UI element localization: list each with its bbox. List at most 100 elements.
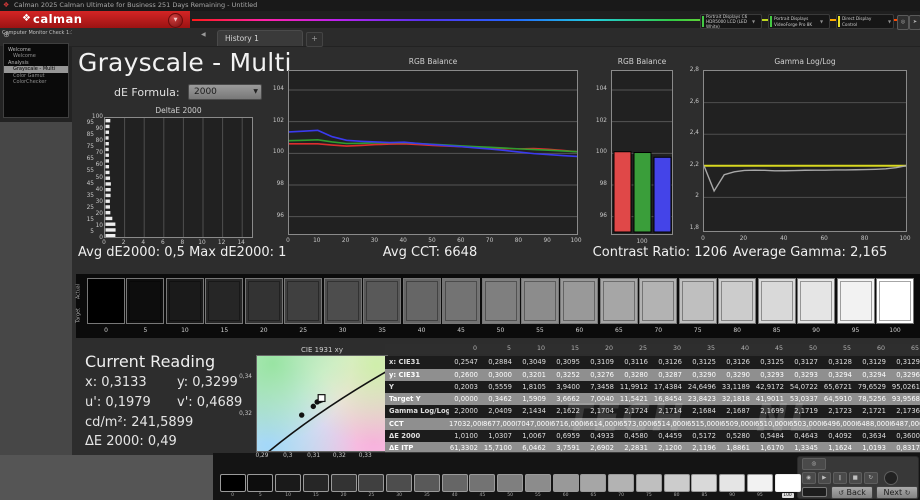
grayscale-swatch-45 bbox=[442, 278, 480, 324]
table-cell-r4c8: 2,1687 bbox=[721, 405, 755, 417]
table-cell-r0c4: 0,3109 bbox=[585, 356, 619, 368]
add-tab-button[interactable]: + bbox=[306, 32, 323, 47]
pattern-patch-45[interactable] bbox=[469, 474, 495, 492]
sidebar-item-colorchecker[interactable]: ColorChecker bbox=[4, 79, 68, 85]
rgbbar-ytick-102: 102 bbox=[585, 118, 607, 125]
grayscale-swatch-actual-60 bbox=[563, 281, 595, 321]
table-cell-r7c7: 2,1196 bbox=[687, 442, 721, 452]
pattern-patch-90[interactable] bbox=[719, 474, 745, 492]
gamma-ytick-1,8: 1,8 bbox=[675, 225, 699, 232]
pattern-patch-85[interactable] bbox=[691, 474, 717, 492]
pattern-patch-label-15: 15 bbox=[303, 493, 329, 498]
table-cell-r7c1: 15,7100 bbox=[483, 442, 517, 452]
table-cell-r4c4: 2,1704 bbox=[585, 405, 619, 417]
play-button[interactable]: ▶ bbox=[818, 472, 832, 484]
next-arrow-icon: ↻ bbox=[905, 489, 911, 497]
rgb-ytick-104: 104 bbox=[262, 86, 284, 93]
pattern-patch-95[interactable] bbox=[747, 474, 773, 492]
loop-button[interactable]: ↻ bbox=[864, 472, 878, 484]
rgbbar-xtick-100: 100 bbox=[630, 239, 654, 246]
pattern-patch-10[interactable] bbox=[275, 474, 301, 492]
next-button[interactable]: Next ↻ bbox=[876, 486, 918, 499]
grayscale-swatch-30 bbox=[324, 278, 362, 324]
pattern-patch-15[interactable] bbox=[303, 474, 329, 492]
table-cell-r4c6: 2,1714 bbox=[653, 405, 687, 417]
pattern-patch-80[interactable] bbox=[664, 474, 690, 492]
pattern-patch-70[interactable] bbox=[608, 474, 634, 492]
chevron-down-icon: ▼ bbox=[888, 19, 891, 24]
app-icon: ❖ bbox=[3, 0, 9, 11]
deltae-xtick-14: 14 bbox=[234, 240, 248, 247]
display-settings-icon[interactable]: ◎ bbox=[897, 15, 909, 30]
table-cell-r4c1: 2,0409 bbox=[483, 405, 517, 417]
table-col-header-40: 40 bbox=[721, 344, 755, 354]
tab-history-1[interactable]: History 1 bbox=[217, 30, 303, 46]
grayscale-swatch-actual-30 bbox=[327, 281, 359, 321]
table-cell-r6c9: 0,5484 bbox=[755, 430, 789, 442]
deltae-xtick-0: 0 bbox=[97, 240, 111, 247]
calman-diamond-icon: ❖ bbox=[22, 13, 31, 24]
pattern-patch-50[interactable] bbox=[497, 474, 523, 492]
grayscale-swatch-90 bbox=[797, 278, 835, 324]
table-cell-r2c5: 11,9912 bbox=[619, 381, 653, 393]
status-circle-icon[interactable] bbox=[884, 471, 898, 485]
meter-device-button[interactable]: Portrait Displays C6 HDR5000 LCD (LED Wh… bbox=[700, 14, 762, 29]
grayscale-swatch-10 bbox=[166, 278, 204, 324]
de-formula-dropdown[interactable]: 2000 ▼ bbox=[188, 84, 262, 100]
generator-device-button[interactable]: Portrait Displays VideoForge Pro 8K ▼ bbox=[768, 14, 830, 29]
table-cell-r1c7: 0,3290 bbox=[687, 369, 721, 381]
meter-read-icon[interactable]: ◎ bbox=[802, 458, 826, 470]
pattern-patch-40[interactable] bbox=[442, 474, 468, 492]
pattern-patch-35[interactable] bbox=[414, 474, 440, 492]
workflow-title: Computer Monitor Check 1:1... bbox=[2, 30, 72, 36]
pattern-patch-75[interactable] bbox=[636, 474, 662, 492]
rgb-xtick-50: 50 bbox=[423, 238, 441, 245]
pattern-patch-55[interactable] bbox=[525, 474, 551, 492]
grayscale-swatch-50 bbox=[482, 278, 520, 324]
main-menu-button[interactable]: ▼ bbox=[168, 13, 183, 28]
calman-app-window: ❖ Calman 2025 Calman Ultimate for Busine… bbox=[0, 0, 920, 500]
table-cell-r5c1: 8677,0000 bbox=[483, 418, 517, 430]
table-col-header-5: 5 bbox=[483, 344, 517, 354]
collapse-panel-icon[interactable]: ◀ bbox=[201, 31, 206, 38]
pattern-patch-20[interactable] bbox=[331, 474, 357, 492]
avg-gamma-stat: Average Gamma: 2,165 bbox=[705, 245, 915, 260]
grayscale-swatch-60 bbox=[560, 278, 598, 324]
grayscale-swatch-40 bbox=[403, 278, 441, 324]
pattern-patch-0[interactable] bbox=[220, 474, 246, 492]
stop-button[interactable]: ■ bbox=[849, 472, 863, 484]
grayscale-swatch-35 bbox=[363, 278, 401, 324]
grayscale-swatch-actual-80 bbox=[721, 281, 753, 321]
rgb-ytick-100: 100 bbox=[262, 149, 284, 156]
table-cell-r4c2: 2,1434 bbox=[517, 405, 551, 417]
grayscale-swatch-actual-65 bbox=[603, 281, 635, 321]
grayscale-swatch-actual-75 bbox=[682, 281, 714, 321]
pattern-window-icon[interactable]: ➤ bbox=[909, 15, 920, 30]
pattern-patch-100[interactable] bbox=[775, 474, 801, 492]
avg-de-stat: Avg dE2000: 0,5 Max dE2000: 1 bbox=[78, 245, 286, 260]
table-cell-r3c5: 11,5421 bbox=[619, 393, 653, 405]
pause-button[interactable]: ‖ bbox=[833, 472, 847, 484]
grayscale-swatch-55 bbox=[521, 278, 559, 324]
table-cell-r1c5: 0,3280 bbox=[619, 369, 653, 381]
table-cell-r3c6: 16,8454 bbox=[653, 393, 687, 405]
grayscale-swatch-25 bbox=[284, 278, 322, 324]
pattern-patch-65[interactable] bbox=[580, 474, 606, 492]
gamma-ytick-2,8: 2,8 bbox=[675, 67, 699, 74]
pattern-patch-25[interactable] bbox=[358, 474, 384, 492]
pattern-patch-30[interactable] bbox=[386, 474, 412, 492]
display-control-button[interactable]: Direct Display Control ▼ bbox=[836, 14, 894, 29]
pattern-patch-label-90: 90 bbox=[719, 493, 745, 498]
pattern-patch-60[interactable] bbox=[553, 474, 579, 492]
table-cell-r1c12: 0,3294 bbox=[857, 369, 891, 381]
table-cell-r4c11: 2,1723 bbox=[823, 405, 857, 417]
custom-color-swatch[interactable] bbox=[802, 487, 827, 497]
table-cell-r6c7: 0,5172 bbox=[687, 430, 721, 442]
table-cell-r4c13: 2,1736 bbox=[891, 405, 920, 417]
gamma-xtick-40: 40 bbox=[775, 236, 793, 243]
table-cell-r7c13: 0,8317 bbox=[891, 442, 920, 452]
pattern-patch-5[interactable] bbox=[247, 474, 273, 492]
back-button[interactable]: ↺ Back bbox=[831, 486, 873, 499]
meter-button[interactable]: ◉ bbox=[802, 472, 816, 484]
calman-logo-text: calman bbox=[33, 12, 82, 26]
